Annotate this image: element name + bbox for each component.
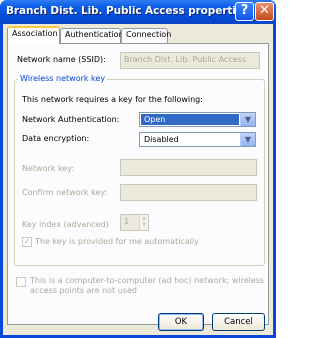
title-bar[interactable]: Branch Dist. Lib. Public Access properti… — [0, 0, 276, 24]
data-encryption-label: Data encryption: — [22, 134, 90, 143]
adhoc-label-line2: access points are not used — [30, 286, 137, 295]
confirm-key-input[interactable] — [120, 184, 257, 201]
adhoc-label-line1: This is a computer-to-computer (ad hoc) … — [30, 276, 265, 285]
dialog-body: Association Authentication Connection Ne… — [3, 24, 273, 335]
data-encryption-value: Disabled — [144, 135, 179, 144]
requires-key-text: This network requires a key for the foll… — [22, 95, 203, 104]
auto-key-checkbox[interactable]: ✓ — [22, 237, 32, 247]
network-key-input[interactable] — [120, 159, 257, 176]
window-title: Branch Dist. Lib. Public Access properti… — [6, 5, 249, 17]
close-button[interactable]: ✕ — [255, 2, 274, 21]
spinner-arrows-icon[interactable]: ▲ ▼ — [139, 215, 148, 230]
adhoc-checkbox[interactable] — [16, 277, 26, 287]
cancel-button[interactable]: Cancel — [212, 313, 265, 331]
ssid-label: Network name (SSID): — [17, 55, 106, 64]
tab-association[interactable]: Association — [7, 26, 60, 44]
network-authentication-value: Open — [141, 114, 239, 125]
properties-window: Branch Dist. Lib. Public Access properti… — [0, 0, 276, 338]
ssid-input[interactable]: Branch Dist. Lib. Public Access — [120, 52, 260, 69]
network-key-label: Network key: — [22, 164, 75, 173]
key-index-label: Key index (advanced) — [22, 220, 109, 229]
key-index-spinner[interactable]: 1 ▲ ▼ — [120, 214, 149, 231]
ok-button[interactable]: OK — [158, 313, 204, 331]
key-index-value: 1 — [124, 217, 130, 226]
association-panel: Network name (SSID): Branch Dist. Lib. P… — [7, 43, 269, 325]
chevron-down-icon[interactable]: ▼ — [240, 113, 255, 126]
auto-key-label: The key is provided for me automatically — [35, 237, 199, 246]
help-button[interactable]: ? — [235, 2, 254, 21]
tab-authentication[interactable]: Authentication — [60, 28, 124, 43]
network-authentication-select[interactable]: Open ▼ — [139, 112, 256, 127]
data-encryption-select[interactable]: Disabled ▼ — [139, 132, 256, 147]
chevron-down-icon[interactable]: ▼ — [240, 133, 255, 146]
network-authentication-label: Network Authentication: — [22, 115, 120, 124]
confirm-key-label: Confirm network key: — [22, 188, 108, 197]
tab-connection[interactable]: Connection — [121, 28, 171, 43]
wireless-key-group-title: Wireless network key — [18, 74, 108, 83]
